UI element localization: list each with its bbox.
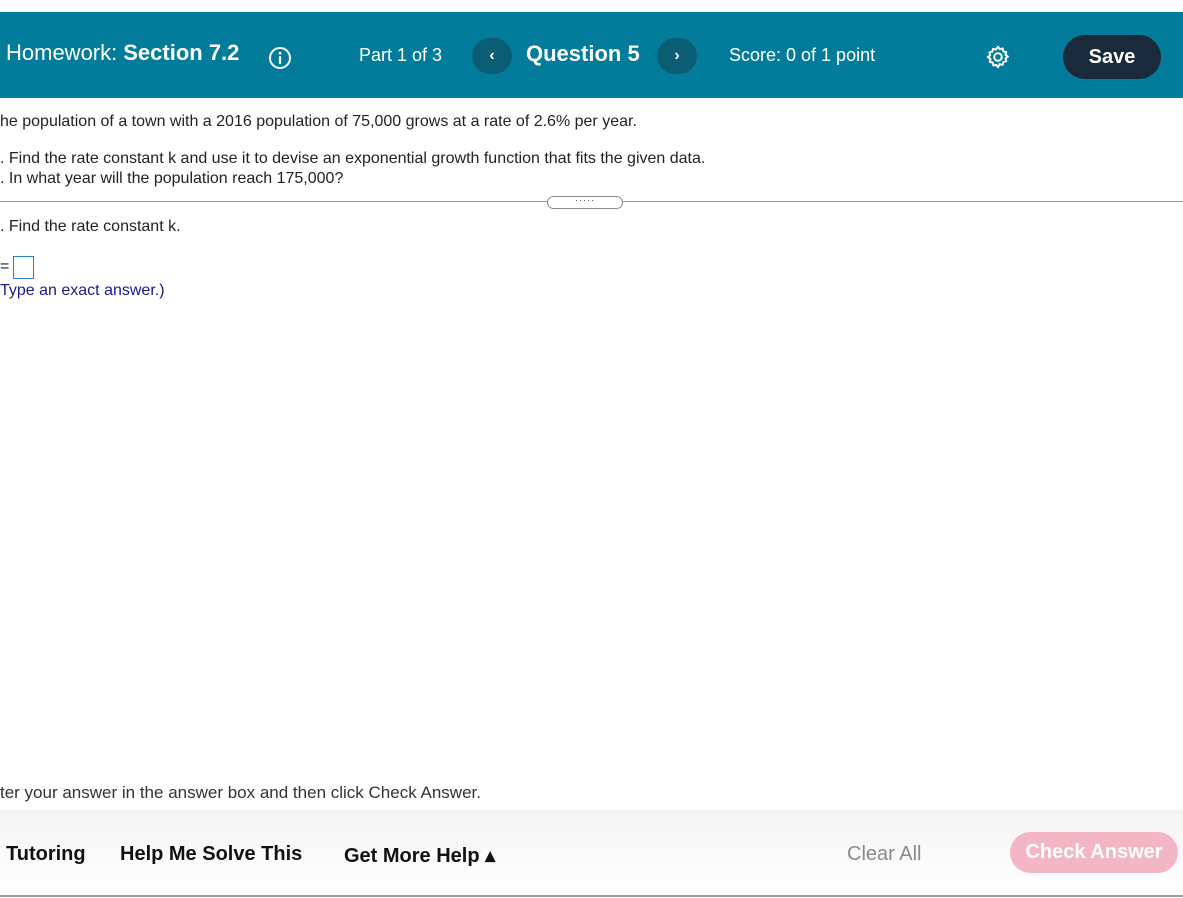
gear-icon[interactable] bbox=[985, 44, 1011, 70]
get-more-help-button[interactable]: Get More Help ▴ bbox=[344, 843, 495, 868]
equals-sign: = bbox=[0, 258, 10, 275]
next-question-button[interactable]: › bbox=[657, 38, 697, 74]
top-strip bbox=[0, 0, 1183, 12]
problem-intro: he population of a town with a 2016 popu… bbox=[0, 113, 637, 130]
check-answer-button[interactable]: Check Answer bbox=[1010, 832, 1178, 873]
homework-prefix: Homework: bbox=[6, 40, 118, 65]
question-title[interactable]: Question 5 bbox=[526, 41, 640, 67]
header-bar: Homework: Section 7.2 Part 1 of 3 ‹ Quest… bbox=[0, 12, 1183, 98]
help-me-solve-button[interactable]: Help Me Solve This bbox=[120, 843, 302, 866]
info-icon[interactable] bbox=[268, 46, 292, 70]
problem-item-b: . In what year will the population reach… bbox=[0, 170, 344, 187]
section-title: Section 7.2 bbox=[123, 40, 240, 65]
homework-title: Homework: Section 7.2 bbox=[6, 40, 239, 66]
answer-input[interactable] bbox=[13, 256, 34, 279]
part-indicator: Part 1 of 3 bbox=[359, 45, 443, 65]
save-button[interactable]: Save bbox=[1063, 35, 1161, 79]
score-text: Score: 0 of 1 point bbox=[729, 45, 876, 65]
instruction-text: ter your answer in the answer box and th… bbox=[0, 783, 481, 802]
problem-item-a: . Find the rate constant k and use it to… bbox=[0, 150, 706, 167]
previous-question-button[interactable]: ‹ bbox=[472, 38, 512, 74]
tutoring-button[interactable]: Tutoring bbox=[6, 843, 86, 866]
chevron-right-icon: › bbox=[674, 47, 680, 64]
part-a-prompt: . Find the rate constant k. bbox=[0, 218, 181, 235]
clear-all-button[interactable]: Clear All bbox=[847, 843, 921, 866]
footer-bottom-line bbox=[0, 895, 1183, 897]
answer-hint: Type an exact answer.) bbox=[0, 282, 165, 299]
chevron-left-icon: ‹ bbox=[489, 47, 495, 64]
resize-handle[interactable]: ····· bbox=[547, 196, 623, 209]
